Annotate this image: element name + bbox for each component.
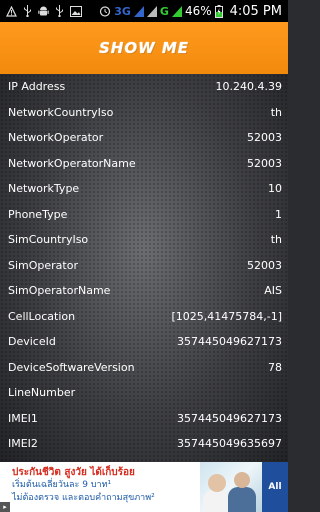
info-value: th xyxy=(270,105,282,119)
ad-line-2: เริ่มต้นเฉลี่ยวันละ 9 บาท¹ xyxy=(12,480,112,490)
info-label: NetworkType xyxy=(8,182,80,196)
signal-icon xyxy=(171,5,182,17)
clock: 4:05 PM xyxy=(229,3,282,19)
info-list: IP Address 10.240.4.39 NetworkCountryIso… xyxy=(0,74,288,462)
info-label: NetworkCountryIso xyxy=(8,105,114,119)
ad-line-3: ไม่ต้องตรวจ และตอบคำถามสุขภาพ² xyxy=(12,493,155,503)
info-label: PhoneType xyxy=(8,207,68,221)
info-value: 10.240.4.39 xyxy=(215,80,282,94)
info-value: 357445049627173 xyxy=(177,411,282,425)
info-row-network-operator: NetworkOperator 52003 xyxy=(0,125,288,151)
info-row-imei1: IMEI1 357445049627173 xyxy=(0,406,288,432)
ad-text: ประกันชีวิต สูงวัย ได้เก็บร้อย เริ่มต้นเ… xyxy=(12,466,212,505)
ad-photo xyxy=(200,462,262,512)
system-status: 3G G 46% 4:05 PM xyxy=(99,4,288,19)
network-type-3g: 3G xyxy=(114,4,131,18)
status-bar: 3G G 46% 4:05 PM xyxy=(0,0,288,22)
info-value: 10 xyxy=(268,182,282,196)
info-label: DeviceId xyxy=(8,335,56,349)
ad-choices-icon[interactable]: ▸ xyxy=(0,502,10,512)
ad-person-head xyxy=(234,472,250,488)
info-row-device-id: DeviceId 357445049627173 xyxy=(0,329,288,355)
info-value: 52003 xyxy=(247,258,282,272)
info-value: 78 xyxy=(268,360,282,374)
info-row-sim-country-iso: SimCountryIso th xyxy=(0,227,288,253)
info-row-phone-type: PhoneType 1 xyxy=(0,202,288,228)
info-value: 1 xyxy=(275,207,282,221)
notification-icons xyxy=(0,5,82,17)
info-label: SimOperatorName xyxy=(8,284,111,298)
wifi-icon xyxy=(146,5,157,17)
android-icon xyxy=(38,5,49,17)
info-label: CellLocation xyxy=(8,309,76,323)
ad-person-head xyxy=(208,474,226,492)
info-row-network-type: NetworkType 10 xyxy=(0,176,288,202)
info-row-line-number: LineNumber xyxy=(0,380,288,406)
ad-person-body xyxy=(203,490,231,512)
info-label: DeviceSoftwareVersion xyxy=(8,360,135,374)
ad-headline: ประกันชีวิต สูงวัย ได้เก็บร้อย xyxy=(12,467,135,478)
usb-icon xyxy=(23,5,32,17)
info-row-cell-location: CellLocation [1025,41475784,-1] xyxy=(0,304,288,330)
usb-icon xyxy=(55,5,64,17)
info-row-device-software-version: DeviceSoftwareVersion 78 xyxy=(0,355,288,381)
ad-brand-logo: All xyxy=(262,462,288,512)
info-label: IMEI2 xyxy=(8,437,38,451)
info-row-ip-address: IP Address 10.240.4.39 xyxy=(0,74,288,100)
info-label: IMEI1 xyxy=(8,411,38,425)
info-row-imei2: IMEI2 357445049635697 xyxy=(0,431,288,457)
info-value: 357445049627173 xyxy=(177,335,282,349)
info-value: [1025,41475784,-1] xyxy=(171,309,282,323)
info-row-network-country-iso: NetworkCountryIso th xyxy=(0,100,288,126)
info-value: 52003 xyxy=(247,156,282,170)
info-label: NetworkOperatorName xyxy=(8,156,136,170)
info-value: th xyxy=(270,233,282,247)
app-title-bar: SHOW ME xyxy=(0,22,288,74)
info-label: IP Address xyxy=(8,80,66,94)
info-label: LineNumber xyxy=(8,386,76,400)
ad-person-body xyxy=(228,487,256,512)
signal-icon xyxy=(133,5,144,17)
info-row-network-operator-name: NetworkOperatorName 52003 xyxy=(0,151,288,177)
info-row-sim-operator: SimOperator 52003 xyxy=(0,253,288,279)
info-row-sim-operator-name: SimOperatorName AIS xyxy=(0,278,288,304)
info-value: 52003 xyxy=(247,131,282,145)
info-value: 357445049635697 xyxy=(177,437,282,451)
info-label: SimCountryIso xyxy=(8,233,89,247)
info-label: SimOperator xyxy=(8,258,78,272)
alarm-icon xyxy=(99,5,111,17)
alert-triangle-icon xyxy=(6,5,17,17)
image-icon xyxy=(70,5,82,17)
network-type-g: G xyxy=(159,4,169,18)
battery-percent: 46% xyxy=(184,4,212,18)
ad-banner[interactable]: ประกันชีวิต สูงวัย ได้เก็บร้อย เริ่มต้นเ… xyxy=(0,462,288,512)
info-value: AIS xyxy=(264,284,282,298)
app-title: SHOW ME xyxy=(98,39,190,57)
battery-charging-icon xyxy=(214,4,223,18)
info-label: NetworkOperator xyxy=(8,131,104,145)
